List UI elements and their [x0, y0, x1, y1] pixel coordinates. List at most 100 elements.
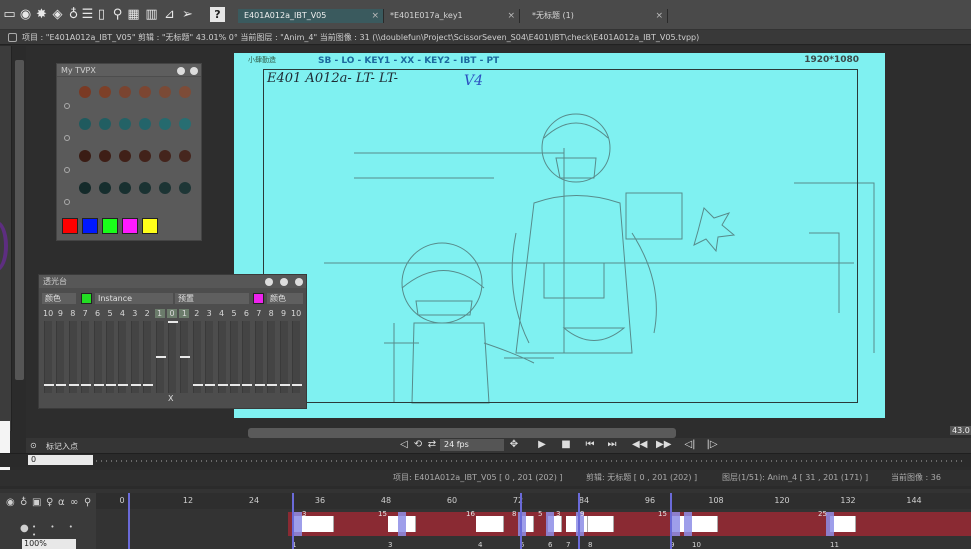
opacity-slider[interactable] [68, 321, 79, 393]
opacity-slider[interactable] [267, 321, 278, 393]
opacity-slider[interactable] [254, 321, 265, 393]
close-icon[interactable]: × [371, 9, 379, 23]
scrub-track[interactable] [96, 460, 966, 462]
palette-swatch[interactable] [179, 118, 191, 130]
slider-knob[interactable] [230, 384, 240, 386]
opacity-slider[interactable] [279, 321, 290, 393]
palette-swatch[interactable] [119, 86, 131, 98]
right-mode-select[interactable]: 颜色 [267, 293, 303, 304]
prev-frame-icon[interactable]: ◁| [684, 439, 696, 451]
timeline-marker[interactable] [520, 493, 522, 549]
help-icon[interactable]: ? [210, 7, 225, 22]
opacity-slider[interactable] [56, 321, 67, 393]
timeline-marker[interactable] [670, 493, 672, 549]
opacity-slider[interactable] [130, 321, 141, 393]
palette-swatch[interactable] [179, 150, 191, 162]
palette-swatch[interactable] [99, 118, 111, 130]
grid-icon[interactable]: ▦ [126, 7, 141, 22]
opacity-slider[interactable] [81, 321, 92, 393]
brush-icon[interactable]: ✸ [34, 7, 49, 22]
opacity-slider[interactable] [192, 321, 203, 393]
opacity-slider[interactable] [217, 321, 228, 393]
slider-knob[interactable] [168, 321, 178, 323]
sliders-icon[interactable]: ☰ [80, 7, 95, 22]
toolbox-icon[interactable]: ▭ [2, 7, 17, 22]
palette-swatch-primary[interactable] [102, 218, 118, 234]
slider-knob[interactable] [217, 384, 228, 386]
search-icon[interactable]: ⚲ [84, 497, 91, 508]
opacity-slider[interactable] [205, 321, 216, 393]
palette-swatch[interactable] [159, 150, 171, 162]
minimize-icon[interactable] [265, 278, 273, 286]
opacity-slider[interactable] [242, 321, 253, 393]
timeline-marker[interactable] [128, 493, 130, 549]
layer-options-dots[interactable]: • • • • [32, 523, 96, 539]
palette-swatch-primary[interactable] [82, 218, 98, 234]
close-icon[interactable]: × [507, 9, 515, 23]
eye-icon[interactable]: ◉ [6, 497, 15, 508]
tab-document-2[interactable]: *E401E017a_key1 × [384, 9, 520, 23]
lightbulb-icon[interactable]: ♁ [66, 7, 81, 22]
opacity-slider[interactable] [180, 321, 191, 393]
play-icon[interactable]: ▶ [536, 439, 548, 451]
opacity-slider[interactable] [292, 321, 302, 393]
palette-swatch[interactable] [119, 182, 131, 194]
prev-key-icon[interactable]: ◀◀ [632, 439, 647, 451]
left-scrollbar[interactable] [15, 60, 24, 380]
close-icon[interactable] [295, 278, 303, 286]
foreground-swatch[interactable] [0, 421, 10, 477]
slider-knob[interactable] [44, 384, 54, 386]
current-frame-field[interactable]: 0 [28, 455, 93, 465]
link-icon[interactable]: ∞ [70, 497, 78, 508]
opacity-slider[interactable] [230, 321, 240, 393]
panel-icon[interactable]: ▯ [94, 7, 109, 22]
view-zoom-value[interactable]: 43.0 [950, 426, 971, 435]
marker-icon[interactable]: ⊙ [30, 441, 37, 450]
instance-select[interactable]: Instance [95, 293, 173, 304]
timeline-marker[interactable] [292, 493, 294, 549]
help-icon[interactable] [280, 278, 288, 286]
palette-swatch[interactable] [159, 182, 171, 194]
preset-select[interactable]: 预置 [175, 293, 249, 304]
palette-swatch[interactable] [139, 182, 151, 194]
opacity-slider[interactable] [168, 321, 178, 393]
lock-icon[interactable]: ▣ [32, 497, 41, 508]
slider-knob[interactable] [205, 384, 216, 386]
light-icon[interactable]: ♁ [20, 497, 27, 508]
color-wheel-icon[interactable]: ◉ [18, 7, 33, 22]
opacity-slider[interactable] [118, 321, 129, 393]
palette-row-toggle[interactable] [64, 199, 70, 205]
palette-row-toggle[interactable] [64, 103, 70, 109]
opacity-slider[interactable] [143, 321, 154, 393]
lightbulb-icon[interactable]: ♀ [46, 497, 53, 508]
slider-knob[interactable] [68, 384, 79, 386]
slider-knob[interactable] [130, 384, 141, 386]
slider-knob[interactable] [279, 384, 290, 386]
send-icon[interactable]: ➢ [180, 7, 195, 22]
palette-swatch[interactable] [119, 150, 131, 162]
tab-document-1[interactable]: E401A012a_IBT_V05 × [238, 9, 384, 23]
keyframe-block[interactable] [476, 516, 504, 532]
slider-knob[interactable] [192, 384, 203, 386]
palette-swatch[interactable] [179, 182, 191, 194]
palette-swatch[interactable] [159, 118, 171, 130]
drawing-canvas[interactable]: 小肆勤造 SB - LO - KEY1 - XX - KEY2 - IBT - … [234, 53, 885, 418]
film-icon[interactable]: ▥ [144, 7, 159, 22]
palette-row-toggle[interactable] [64, 135, 70, 141]
opacity-slider[interactable] [155, 321, 166, 393]
palette-swatch-primary[interactable] [122, 218, 138, 234]
alpha-icon[interactable]: α [58, 497, 65, 508]
onion-icon[interactable]: ✥ [508, 439, 520, 451]
stop-icon[interactable]: ■ [560, 439, 572, 451]
slider-knob[interactable] [143, 384, 154, 386]
loop-icon[interactable]: ⟲ [412, 439, 424, 451]
pingpong-icon[interactable]: ⇄ [426, 439, 438, 451]
close-icon[interactable]: × [655, 9, 663, 23]
last-frame-icon[interactable]: ⏭ [606, 439, 618, 451]
slider-knob[interactable] [254, 384, 265, 386]
palette-swatch[interactable] [99, 150, 111, 162]
palette-swatch[interactable] [179, 86, 191, 98]
close-icon[interactable] [190, 67, 198, 75]
opacity-slider[interactable] [93, 321, 104, 393]
slider-knob[interactable] [180, 356, 191, 358]
